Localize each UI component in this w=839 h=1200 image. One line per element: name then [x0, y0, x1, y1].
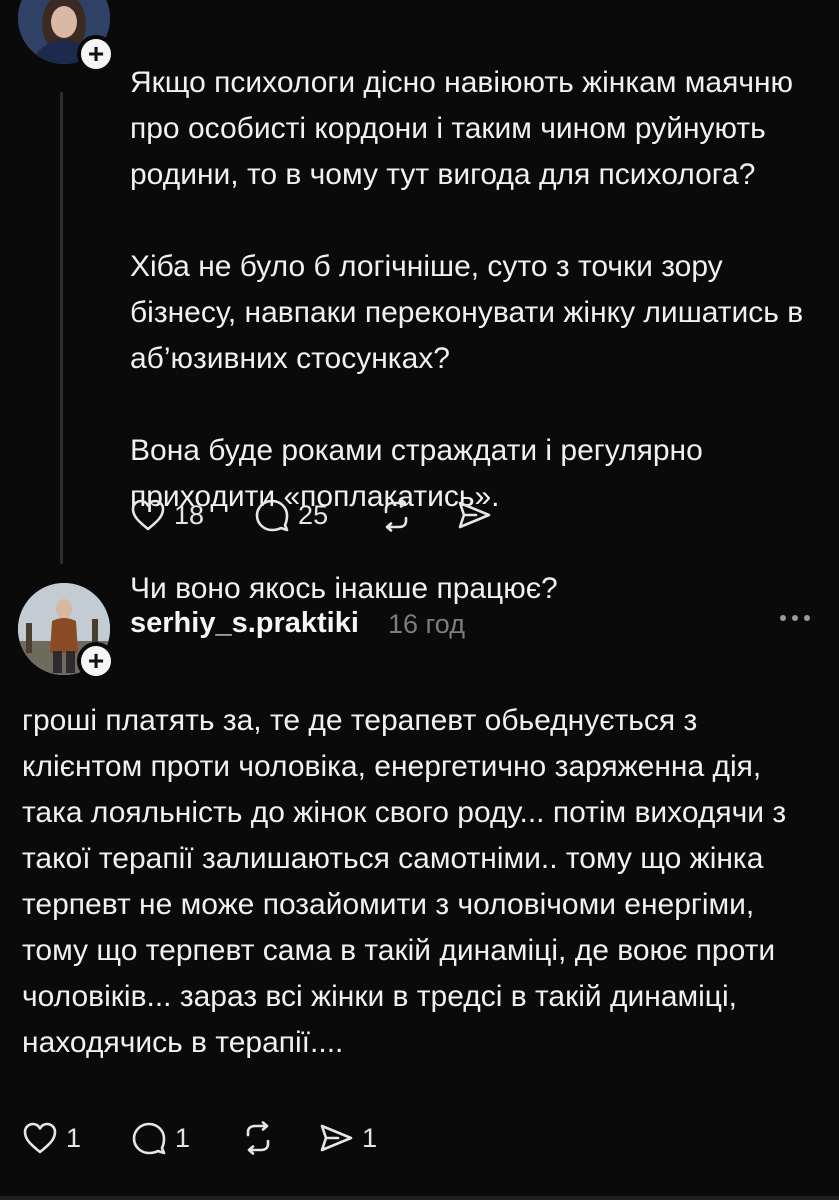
- reply-count: 25: [298, 499, 329, 530]
- repost-button[interactable]: [240, 1121, 276, 1155]
- follow-plus-button[interactable]: +: [77, 642, 115, 680]
- post1-actions: 18 25: [130, 498, 516, 532]
- heart-icon: [130, 498, 166, 532]
- share-button[interactable]: 1: [318, 1121, 377, 1155]
- post2-timestamp: 16 год: [388, 609, 465, 639]
- like-count: 18: [174, 499, 205, 530]
- post2-username[interactable]: serhiy_s.praktiki: [130, 607, 359, 640]
- heart-icon: [22, 1121, 58, 1155]
- post2-body: гроші платять за, те де терапевт обьедну…: [22, 704, 787, 1059]
- post-divider: [0, 1196, 839, 1200]
- more-dots-icon[interactable]: [778, 610, 812, 628]
- thread-connector-line: [60, 92, 63, 564]
- post1-paragraph: Хіба не було б логічніше, суто з точки з…: [130, 250, 804, 375]
- reply-button[interactable]: 1: [131, 1121, 190, 1155]
- reply-button[interactable]: 25: [254, 498, 328, 532]
- repost-icon: [378, 498, 414, 532]
- comment-icon: [254, 498, 290, 532]
- post2-actions: 1 1 1: [22, 1121, 401, 1155]
- share-count: 1: [362, 1122, 378, 1153]
- send-icon: [456, 498, 492, 532]
- reply-count: 1: [175, 1122, 191, 1153]
- comment-icon: [131, 1121, 167, 1155]
- send-icon: [318, 1121, 354, 1155]
- post1-paragraph: Чи воно якось інакше працює?: [130, 572, 558, 605]
- repost-icon: [240, 1121, 276, 1155]
- repost-button[interactable]: [378, 498, 414, 532]
- post1-paragraph: Якщо психологи дісно навіюють жінкам мая…: [130, 66, 794, 191]
- follow-plus-button[interactable]: +: [77, 35, 115, 73]
- like-button[interactable]: 1: [22, 1121, 81, 1155]
- like-button[interactable]: 18: [130, 498, 204, 532]
- share-button[interactable]: [456, 498, 492, 532]
- post1-body: Якщо психологи дісно навіюють жінкам мая…: [130, 14, 820, 658]
- like-count: 1: [66, 1122, 82, 1153]
